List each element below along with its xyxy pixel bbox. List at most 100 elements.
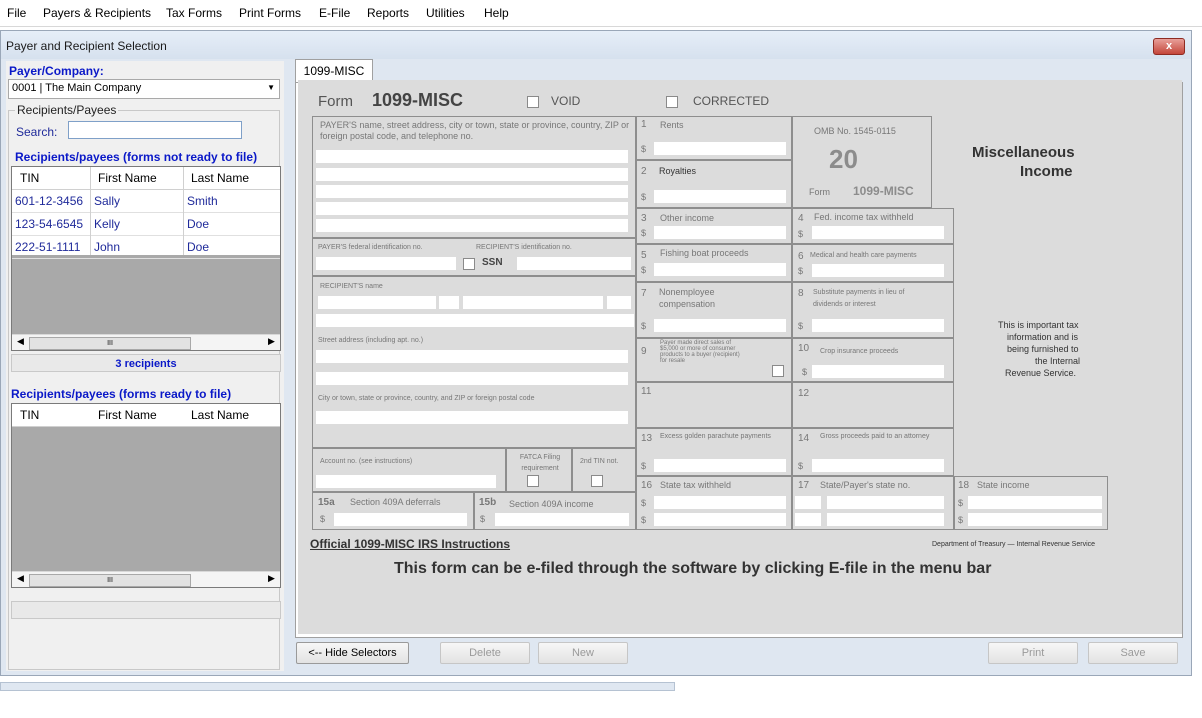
- box-num: 16: [641, 480, 653, 491]
- box-17-state-1[interactable]: [795, 496, 821, 509]
- street-input[interactable]: [316, 350, 628, 363]
- scroll-right-icon[interactable]: ▶: [268, 336, 275, 347]
- column-tin[interactable]: TIN: [20, 171, 39, 185]
- corrected-label: CORRECTED: [693, 94, 770, 108]
- scroll-right-icon[interactable]: ▶: [268, 573, 275, 584]
- box-15b-input[interactable]: [495, 513, 629, 526]
- table-row[interactable]: 222-51-1111 John Doe: [12, 236, 280, 259]
- note-line-5: Revenue Service.: [1005, 368, 1077, 378]
- table-row[interactable]: 601-12-3456 Sally Smith: [12, 190, 280, 213]
- recipient-id-input[interactable]: [517, 257, 631, 270]
- box-9-checkbox[interactable]: [772, 365, 784, 377]
- box-17-no-2[interactable]: [827, 513, 944, 526]
- menu-utilities[interactable]: Utilities: [426, 6, 465, 20]
- payer-combobox[interactable]: 0001 | The Main Company ▼: [8, 79, 280, 99]
- box-10-label: Crop insurance proceeds: [820, 348, 899, 355]
- fatca-checkbox[interactable]: [527, 475, 539, 487]
- box-num: 9: [641, 346, 647, 357]
- dollar-sign: $: [798, 321, 804, 331]
- horizontal-scrollbar[interactable]: ◀ III ▶: [12, 334, 280, 350]
- box-num: 11: [641, 386, 652, 397]
- box-7-input[interactable]: [654, 319, 786, 332]
- scroll-thumb[interactable]: III: [29, 574, 191, 587]
- payer-line-1[interactable]: [316, 150, 628, 163]
- payer-line-4[interactable]: [316, 202, 628, 215]
- fatca-label: FATCA Filing requirement: [519, 454, 561, 472]
- account-input[interactable]: [316, 475, 496, 488]
- dollar-sign: $: [641, 228, 647, 238]
- scroll-thumb[interactable]: III: [29, 337, 191, 350]
- tax-year: 20: [829, 144, 858, 174]
- tin2-checkbox[interactable]: [591, 475, 603, 487]
- box-num: 14: [798, 433, 810, 444]
- horizontal-scrollbar[interactable]: ◀ III ▶: [12, 571, 280, 587]
- hide-selectors-button[interactable]: <-- Hide Selectors: [296, 642, 409, 664]
- menu-reports[interactable]: Reports: [367, 6, 409, 20]
- box-15a-input[interactable]: [334, 513, 467, 526]
- box-17-no-1[interactable]: [827, 496, 944, 509]
- form-1099-misc: Form 1099-MISC VOID CORRECTED PAYER'S na…: [298, 80, 1182, 634]
- box-num: 17: [798, 480, 810, 491]
- menu-efile[interactable]: E-File: [319, 6, 350, 20]
- box-2-input[interactable]: [654, 190, 786, 203]
- menu-print-forms[interactable]: Print Forms: [239, 6, 301, 20]
- cell-last-name: Doe: [187, 240, 210, 254]
- form-small-label: Form: [809, 187, 830, 197]
- box-11: [636, 382, 792, 428]
- column-last-name[interactable]: Last Name: [191, 171, 249, 185]
- box-16-input-1[interactable]: [654, 496, 786, 509]
- column-first-name[interactable]: First Name: [98, 171, 157, 185]
- column-last-name[interactable]: Last Name: [191, 408, 249, 422]
- scroll-left-icon[interactable]: ◀: [17, 573, 24, 584]
- box-14-input[interactable]: [812, 459, 944, 472]
- new-button[interactable]: New: [538, 642, 628, 664]
- box-12: [792, 382, 954, 428]
- menu-tax-forms[interactable]: Tax Forms: [166, 6, 222, 20]
- recipient-count: 3 recipients: [115, 358, 177, 370]
- box-1-input[interactable]: [654, 142, 786, 155]
- ssn-label: SSN: [482, 257, 503, 268]
- payer-line-3[interactable]: [316, 185, 628, 198]
- print-button[interactable]: Print: [988, 642, 1078, 664]
- payer-fed-id-input[interactable]: [316, 257, 456, 270]
- recipient-suffix-input[interactable]: [607, 296, 631, 309]
- corrected-checkbox[interactable]: [666, 96, 678, 108]
- street-2-input[interactable]: [316, 372, 628, 385]
- scroll-left-icon[interactable]: ◀: [17, 336, 24, 347]
- box-6-input[interactable]: [812, 264, 944, 277]
- save-button[interactable]: Save: [1088, 642, 1178, 664]
- box-4-input[interactable]: [812, 226, 944, 239]
- recipient-last-input[interactable]: [463, 296, 603, 309]
- menu-payers-recipients[interactable]: Payers & Recipients: [43, 6, 151, 20]
- column-tin[interactable]: TIN: [20, 408, 39, 422]
- menu-help[interactable]: Help: [484, 6, 509, 20]
- box-17-state-2[interactable]: [795, 513, 821, 526]
- city-input[interactable]: [316, 411, 628, 424]
- box-10-input[interactable]: [812, 365, 944, 378]
- box-5-input[interactable]: [654, 263, 786, 276]
- payer-line-5[interactable]: [316, 219, 628, 232]
- close-button[interactable]: x: [1153, 38, 1185, 55]
- search-input[interactable]: [68, 121, 242, 139]
- ssn-checkbox[interactable]: [463, 258, 475, 270]
- column-first-name[interactable]: First Name: [98, 408, 157, 422]
- box-18-input-1[interactable]: [968, 496, 1102, 509]
- table-row[interactable]: 123-54-6545 Kelly Doe: [12, 213, 280, 236]
- payer-label: Payer/Company:: [9, 64, 104, 78]
- ready-grid: TIN First Name Last Name ◀ III ▶: [11, 403, 281, 588]
- box-num: 10: [798, 343, 810, 354]
- delete-button[interactable]: Delete: [440, 642, 530, 664]
- box-16-input-2[interactable]: [654, 513, 786, 526]
- box-13-input[interactable]: [654, 459, 786, 472]
- recipient-mi-input[interactable]: [439, 296, 459, 309]
- recipient-name-2-input[interactable]: [316, 314, 634, 327]
- irs-instructions-link[interactable]: Official 1099-MISC IRS Instructions: [310, 537, 510, 551]
- box-3-input[interactable]: [654, 226, 786, 239]
- chevron-down-icon: ▼: [267, 83, 275, 92]
- menu-file[interactable]: File: [7, 6, 26, 20]
- void-checkbox[interactable]: [527, 96, 539, 108]
- recipient-first-input[interactable]: [318, 296, 436, 309]
- box-18-input-2[interactable]: [968, 513, 1102, 526]
- payer-line-2[interactable]: [316, 168, 628, 181]
- box-8-input[interactable]: [812, 319, 944, 332]
